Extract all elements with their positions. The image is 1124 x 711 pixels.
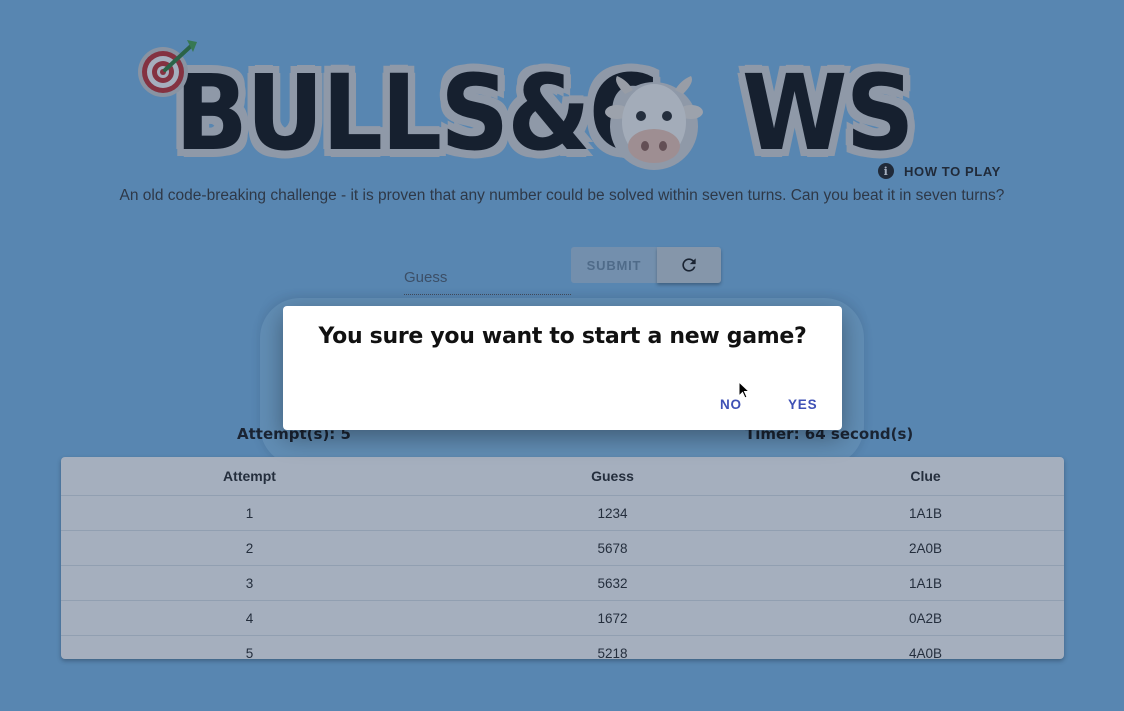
page: BULLS&C WS i HOW TO PLAY An old code-bre… xyxy=(0,0,1124,711)
yes-button[interactable]: YES xyxy=(780,392,825,416)
confirm-new-game-dialog: You sure you want to start a new game? N… xyxy=(283,306,842,430)
dialog-title: You sure you want to start a new game? xyxy=(318,324,807,349)
mouse-cursor-icon xyxy=(738,381,750,399)
